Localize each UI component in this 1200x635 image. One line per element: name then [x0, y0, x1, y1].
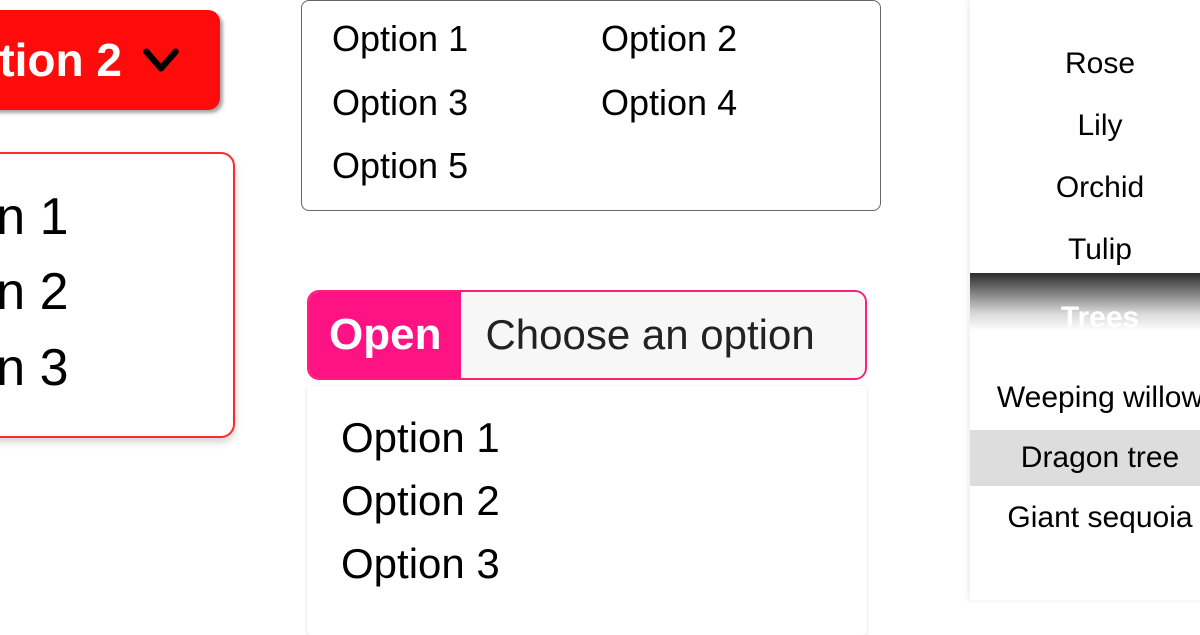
- options-grid: Option 1 Option 2 Option 3 Option 4 Opti…: [301, 0, 881, 211]
- plants-listbox[interactable]: Rose Lily Orchid Tulip Trees Weeping wil…: [970, 0, 1200, 600]
- tree-option[interactable]: Giant sequoia: [970, 490, 1200, 546]
- flower-option[interactable]: Lily: [970, 98, 1200, 154]
- grid-option[interactable]: Option 1: [332, 19, 581, 59]
- flower-option[interactable]: Orchid: [970, 160, 1200, 216]
- red-dropdown-selected: Option 2: [0, 33, 140, 87]
- red-dropdown-list: Option 1 Option 2 Option 3: [0, 152, 235, 438]
- pink-option[interactable]: Option 3: [341, 532, 833, 595]
- pink-option[interactable]: Option 1: [341, 406, 833, 469]
- red-dropdown-option[interactable]: Option 1: [0, 180, 223, 255]
- pink-dropdown-header: Open Choose an option: [307, 290, 867, 380]
- pink-dropdown: Open Choose an option Option 1 Option 2 …: [307, 290, 867, 635]
- tree-option[interactable]: Weeping willow: [970, 370, 1200, 426]
- chevron-down-icon: [140, 39, 182, 81]
- group-header-trees: Trees: [970, 290, 1200, 346]
- red-dropdown-option[interactable]: Option 3: [0, 331, 223, 406]
- grid-option[interactable]: Option 4: [601, 83, 850, 123]
- flower-option[interactable]: Rose: [970, 36, 1200, 92]
- grid-option[interactable]: Option 5: [332, 146, 581, 186]
- pink-dropdown-placeholder[interactable]: Choose an option: [461, 292, 865, 378]
- pink-option[interactable]: Option 2: [341, 469, 833, 532]
- grid-option[interactable]: Option 2: [601, 19, 850, 59]
- open-button[interactable]: Open: [309, 292, 461, 378]
- red-dropdown: Option 2 Option 1 Option 2 Option 3: [0, 10, 235, 438]
- red-dropdown-button[interactable]: Option 2: [0, 10, 220, 110]
- flower-option[interactable]: Tulip: [970, 222, 1200, 278]
- red-dropdown-option[interactable]: Option 2: [0, 255, 223, 330]
- grid-option[interactable]: Option 3: [332, 83, 581, 123]
- tree-option[interactable]: Dragon tree: [970, 430, 1200, 486]
- pink-dropdown-list: Option 1 Option 2 Option 3: [307, 386, 867, 635]
